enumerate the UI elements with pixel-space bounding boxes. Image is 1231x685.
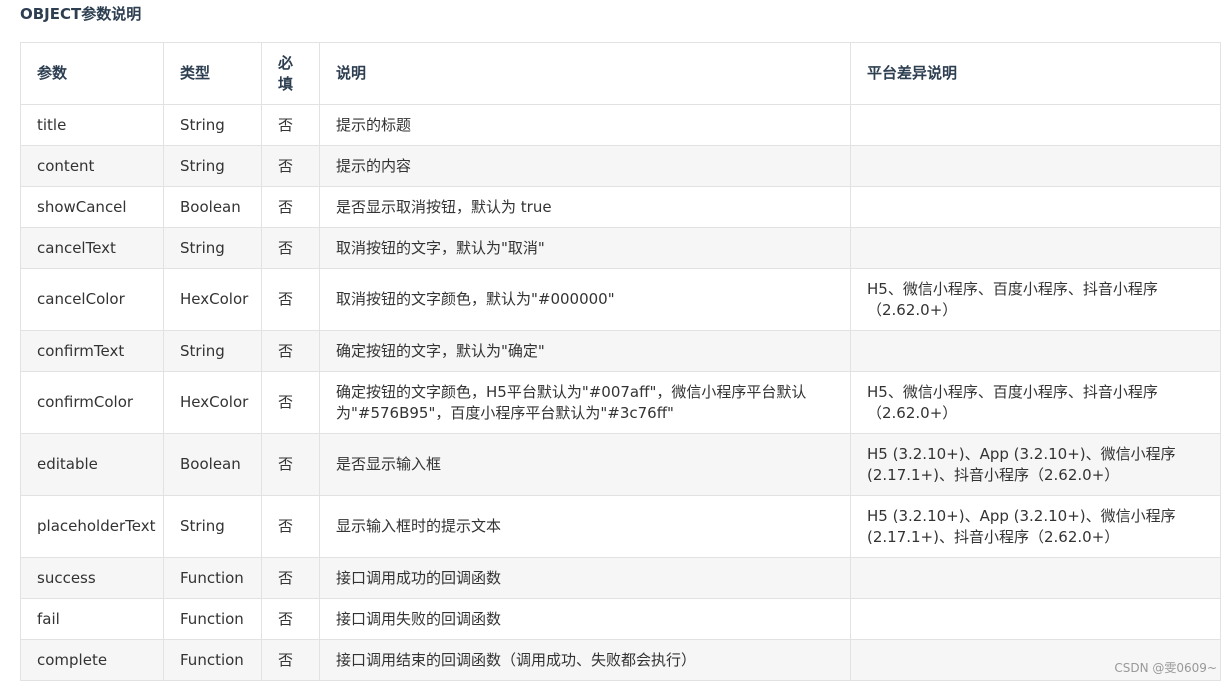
cell-required: 否 — [261, 371, 320, 434]
cell-type: String — [163, 495, 262, 558]
cell-param: confirmText — [20, 330, 164, 372]
cell-description: 是否显示取消按钮，默认为 true — [319, 186, 851, 228]
cell-description: 是否显示输入框 — [319, 433, 851, 496]
table-row: confirmColor HexColor 否 确定按钮的文字颜色，H5平台默认… — [20, 371, 1221, 434]
cell-platform — [850, 598, 1221, 640]
cell-required: 否 — [261, 227, 320, 269]
cell-description: 确定按钮的文字颜色，H5平台默认为"#007aff"，微信小程序平台默认为"#5… — [319, 371, 851, 434]
cell-platform: H5 (3.2.10+)、App (3.2.10+)、微信小程序 (2.17.1… — [850, 495, 1221, 558]
cell-param: showCancel — [20, 186, 164, 228]
cell-param: fail — [20, 598, 164, 640]
cell-param: confirmColor — [20, 371, 164, 434]
cell-required: 否 — [261, 433, 320, 496]
header-platform: 平台差异说明 — [850, 42, 1221, 105]
cell-param: cancelColor — [20, 268, 164, 331]
cell-description: 接口调用结束的回调函数（调用成功、失败都会执行） — [319, 639, 851, 681]
header-type: 类型 — [163, 42, 262, 105]
cell-required: 否 — [261, 639, 320, 681]
table-row: complete Function 否 接口调用结束的回调函数（调用成功、失败都… — [20, 639, 1221, 681]
cell-required: 否 — [261, 495, 320, 558]
table-row: editable Boolean 否 是否显示输入框 H5 (3.2.10+)、… — [20, 433, 1221, 496]
params-table: 参数 类型 必填 说明 平台差异说明 title String 否 提示的标题 … — [20, 42, 1221, 681]
cell-description: 接口调用成功的回调函数 — [319, 557, 851, 599]
table-row: cancelText String 否 取消按钮的文字，默认为"取消" — [20, 227, 1221, 269]
table-row: cancelColor HexColor 否 取消按钮的文字颜色，默认为"#00… — [20, 268, 1221, 331]
cell-required: 否 — [261, 145, 320, 187]
table-row: confirmText String 否 确定按钮的文字，默认为"确定" — [20, 330, 1221, 372]
cell-param: complete — [20, 639, 164, 681]
header-param: 参数 — [20, 42, 164, 105]
cell-type: Function — [163, 598, 262, 640]
cell-type: Function — [163, 557, 262, 599]
cell-type: HexColor — [163, 268, 262, 331]
cell-platform — [850, 104, 1221, 146]
cell-description: 取消按钮的文字，默认为"取消" — [319, 227, 851, 269]
table-row: title String 否 提示的标题 — [20, 104, 1221, 146]
cell-platform — [850, 145, 1221, 187]
cell-type: HexColor — [163, 371, 262, 434]
table-row: content String 否 提示的内容 — [20, 145, 1221, 187]
cell-param: content — [20, 145, 164, 187]
cell-param: cancelText — [20, 227, 164, 269]
cell-platform: H5、微信小程序、百度小程序、抖音小程序（2.62.0+） — [850, 371, 1221, 434]
cell-type: Boolean — [163, 186, 262, 228]
table-row: fail Function 否 接口调用失败的回调函数 — [20, 598, 1221, 640]
cell-platform — [850, 186, 1221, 228]
cell-required: 否 — [261, 598, 320, 640]
cell-required: 否 — [261, 330, 320, 372]
table-row: placeholderText String 否 显示输入框时的提示文本 H5 … — [20, 495, 1221, 558]
cell-param: editable — [20, 433, 164, 496]
cell-description: 提示的内容 — [319, 145, 851, 187]
table-header-row: 参数 类型 必填 说明 平台差异说明 — [20, 42, 1221, 105]
cell-type: Boolean — [163, 433, 262, 496]
table-row: success Function 否 接口调用成功的回调函数 — [20, 557, 1221, 599]
csdn-watermark: CSDN @雯0609~ — [1114, 661, 1217, 675]
cell-type: String — [163, 145, 262, 187]
cell-type: String — [163, 104, 262, 146]
cell-required: 否 — [261, 557, 320, 599]
cell-type: String — [163, 330, 262, 372]
cell-required: 否 — [261, 104, 320, 146]
cell-description: 接口调用失败的回调函数 — [319, 598, 851, 640]
cell-param: title — [20, 104, 164, 146]
cell-platform: H5、微信小程序、百度小程序、抖音小程序（2.62.0+） — [850, 268, 1221, 331]
section-heading: OBJECT参数说明 — [20, 5, 142, 23]
cell-required: 否 — [261, 268, 320, 331]
cell-param: success — [20, 557, 164, 599]
cell-platform — [850, 330, 1221, 372]
cell-description: 确定按钮的文字，默认为"确定" — [319, 330, 851, 372]
cell-platform: H5 (3.2.10+)、App (3.2.10+)、微信小程序 (2.17.1… — [850, 433, 1221, 496]
table-row: showCancel Boolean 否 是否显示取消按钮，默认为 true — [20, 186, 1221, 228]
cell-type: Function — [163, 639, 262, 681]
cell-description: 显示输入框时的提示文本 — [319, 495, 851, 558]
cell-description: 提示的标题 — [319, 104, 851, 146]
document-page: OBJECT参数说明 参数 类型 必填 说明 平台差异说明 title Stri… — [0, 0, 1231, 685]
header-required: 必填 — [261, 42, 320, 105]
cell-param: placeholderText — [20, 495, 164, 558]
cell-type: String — [163, 227, 262, 269]
cell-required: 否 — [261, 186, 320, 228]
header-description: 说明 — [319, 42, 851, 105]
cell-description: 取消按钮的文字颜色，默认为"#000000" — [319, 268, 851, 331]
cell-platform — [850, 227, 1221, 269]
cell-platform — [850, 557, 1221, 599]
